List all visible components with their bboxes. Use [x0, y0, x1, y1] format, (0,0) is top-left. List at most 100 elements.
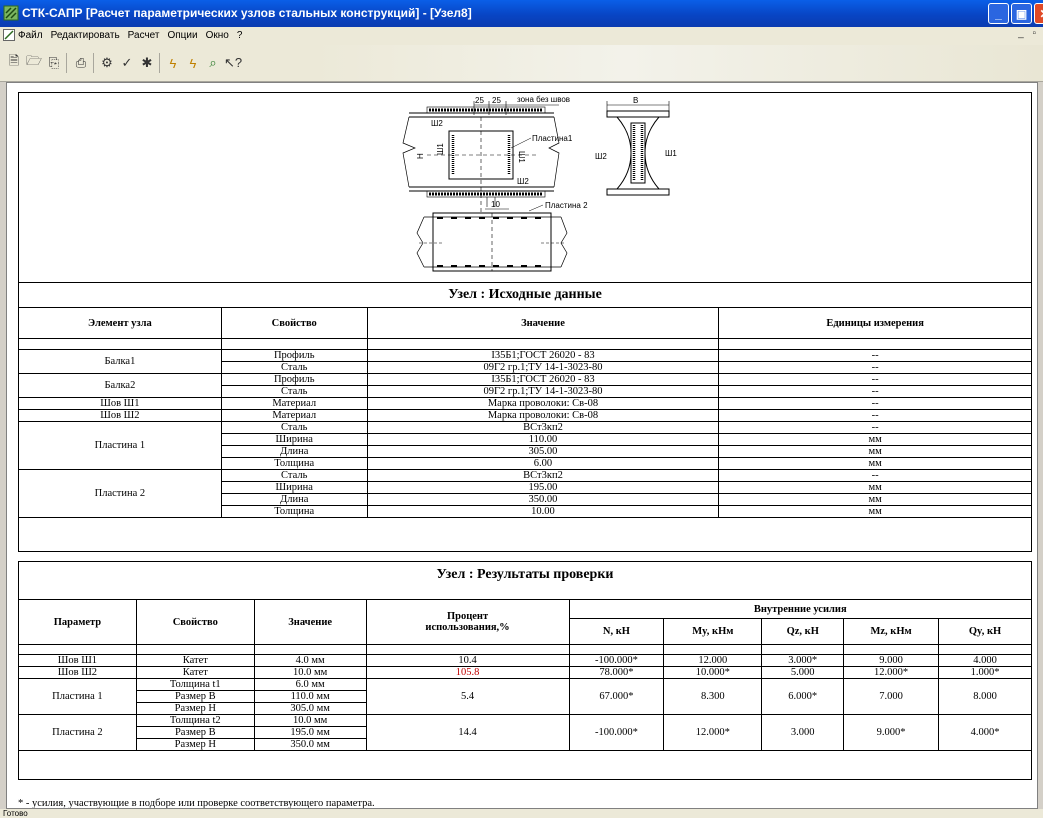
result-prop: Катет: [135, 654, 255, 667]
dim-25-b: 25: [492, 96, 501, 105]
table-cell: [366, 338, 720, 350]
results-section: Узел : Результаты проверки Параметр Свой…: [18, 561, 1032, 780]
document-icon[interactable]: [3, 29, 15, 41]
title-bar[interactable]: СТК-САПР [Расчет параметрических узлов с…: [0, 0, 1043, 27]
print-icon[interactable]: ⎙: [72, 54, 90, 72]
search-icon[interactable]: ⌕: [204, 54, 222, 72]
menu-help[interactable]: ?: [237, 30, 243, 41]
source-units: мм: [718, 481, 1032, 494]
force-header-mz: Mz, кНм: [843, 618, 940, 645]
toolbar: 🗎 🗁 ⎘ ⎙ ⚙ ✓ ✱ ϟ ϟ ⌕ ↖?: [0, 45, 1043, 82]
new-icon[interactable]: 🗎: [5, 53, 23, 72]
calc-icon[interactable]: ⚙: [98, 54, 116, 72]
menu-options[interactable]: Опции: [167, 30, 197, 41]
source-property: Длина: [220, 493, 368, 506]
copy-icon[interactable]: ⎘: [45, 54, 63, 72]
minimize-button[interactable]: _: [988, 3, 1009, 24]
result-value: 10.0 мм: [253, 666, 367, 679]
tool-a-icon[interactable]: ϟ: [164, 54, 182, 72]
force-n: 67.000*: [568, 678, 665, 715]
document-view[interactable]: 25 25 зона без швов Н Ш1 Ш1 Ш2 Ш2 Пласти: [6, 82, 1038, 809]
node-drawing: 25 25 зона без швов Н Ш1 Ш1 Ш2 Ш2 Пласти: [402, 95, 677, 272]
table-cell: [718, 338, 1032, 350]
source-value: I35Б1;ГОСТ 26020 - 83: [366, 349, 720, 362]
source-property: Материал: [220, 397, 368, 410]
minimize-icon: _: [995, 6, 1002, 21]
plate2-label: Пластина 2: [545, 201, 588, 210]
source-units: --: [718, 397, 1032, 410]
source-property: Сталь: [220, 385, 368, 398]
source-property: Профиль: [220, 349, 368, 362]
force-my: 10.000*: [663, 666, 763, 679]
force-header-qz: Qz, кН: [761, 618, 845, 645]
maximize-button[interactable]: ▣: [1011, 3, 1032, 24]
force-n: -100.000*: [568, 654, 665, 667]
source-units: мм: [718, 505, 1032, 518]
tool-b-icon[interactable]: ϟ: [184, 54, 202, 72]
source-value: ВСт3кп2: [366, 421, 720, 434]
dim-B: В: [633, 96, 638, 105]
force-mz: 12.000*: [843, 666, 940, 679]
source-value: 09Г2 гр.1;ТУ 14-1-3023-80: [366, 385, 720, 398]
results-header-percent: Процент использования,%: [365, 599, 570, 645]
table-cell: [18, 338, 222, 350]
force-mz: 7.000: [843, 678, 940, 715]
menu-calc[interactable]: Расчет: [128, 30, 160, 41]
result-percent: 5.4: [365, 678, 570, 715]
force-mz: 9.000: [843, 654, 940, 667]
source-units: --: [718, 373, 1032, 386]
source-header-element: Элемент узла: [18, 307, 222, 339]
toolbar-separator: [66, 53, 67, 73]
label-sh2-bottom: Ш2: [517, 177, 529, 186]
results-header-forces: Внутренние усилия: [568, 599, 1032, 619]
label-sh2-top: Ш2: [431, 119, 443, 128]
mdi-controls[interactable]: _ ▫: [1018, 28, 1039, 39]
source-units: мм: [718, 493, 1032, 506]
source-property: Ширина: [220, 433, 368, 446]
source-element: Балка2: [18, 373, 222, 398]
table-row: Пластина 1 Сталь ВСт3кп2 --: [18, 421, 1032, 470]
force-qz: 3.000*: [761, 654, 845, 667]
source-units: --: [718, 409, 1032, 422]
table-row: Шов Ш1 Материал Марка проволоки: Св-08 --: [18, 397, 1032, 410]
result-value: 6.0 мм: [253, 678, 367, 691]
source-element: Балка1: [18, 349, 222, 374]
result-prop: Размер Н: [135, 738, 255, 751]
source-value: 305.00: [366, 445, 720, 458]
menu-window[interactable]: Окно: [206, 30, 229, 41]
source-header-property: Свойство: [220, 307, 368, 339]
results-title: Узел : Результаты проверки: [436, 567, 614, 582]
source-header-units: Единицы измерения: [718, 307, 1032, 339]
close-button[interactable]: ✕: [1034, 3, 1043, 24]
label-sh1-left: Ш1: [436, 143, 445, 155]
window-title: СТК-САПР [Расчет параметрических узлов с…: [22, 6, 472, 20]
result-param: Пластина 2: [18, 714, 137, 751]
settings-icon[interactable]: ✱: [138, 54, 156, 72]
force-my: 12.000: [663, 654, 763, 667]
results-header-value: Значение: [253, 599, 367, 645]
result-value: 195.0 мм: [253, 726, 367, 739]
results-header-param: Параметр: [18, 599, 137, 645]
toolbar-separator: [159, 53, 160, 73]
force-qy: 8.000: [938, 678, 1032, 715]
result-percent: 10.4: [365, 654, 570, 667]
source-value: Марка проволоки: Св-08: [366, 409, 720, 422]
help-icon[interactable]: ↖?: [224, 54, 242, 72]
footnote: * - усилия, участвующие в подборе или пр…: [18, 798, 375, 809]
result-value: 4.0 мм: [253, 654, 367, 667]
source-value: 6.00: [366, 457, 720, 470]
force-header-n: N, кН: [568, 618, 665, 645]
result-value: 10.0 мм: [253, 714, 367, 727]
check-icon[interactable]: ✓: [118, 54, 136, 72]
force-qz: 5.000: [761, 666, 845, 679]
source-element: Шов Ш2: [18, 409, 222, 422]
force-n: 78.000*: [568, 666, 665, 679]
table-cell: [18, 644, 137, 655]
menu-file[interactable]: Файл: [18, 30, 43, 41]
menu-edit[interactable]: Редактировать: [51, 30, 120, 41]
zone-label: зона без швов: [517, 95, 570, 104]
source-element: Пластина 1: [18, 421, 222, 470]
source-property: Материал: [220, 409, 368, 422]
open-icon[interactable]: 🗁: [25, 53, 43, 72]
result-prop: Катет: [135, 666, 255, 679]
